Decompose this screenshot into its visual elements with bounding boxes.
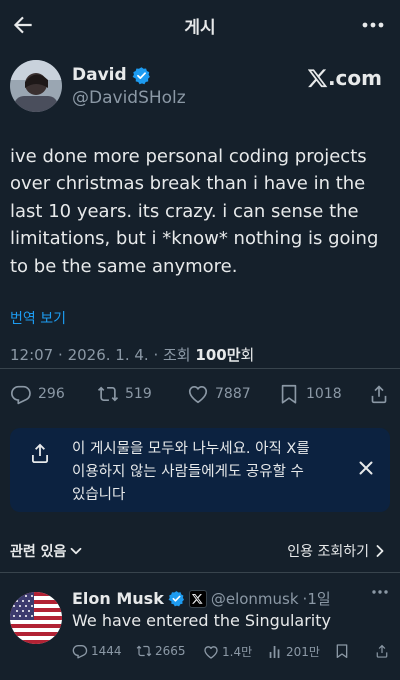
retweet-icon — [97, 386, 119, 402]
brand-suffix: .com — [327, 66, 382, 90]
reply-age: ·1일 — [302, 590, 331, 608]
reply-icon — [11, 385, 31, 405]
retweet-count: 519 — [125, 386, 152, 402]
share-button[interactable] — [368, 383, 390, 405]
tweet-date: 2026. 1. 4. — [67, 346, 149, 364]
views-count: 201만 — [286, 645, 320, 659]
retweet-button[interactable]: 519 — [97, 383, 152, 405]
views-suffix: 회 — [240, 346, 255, 364]
display-name[interactable]: David — [72, 65, 127, 85]
more-options-icon[interactable] — [358, 10, 388, 40]
bookmark-icon — [281, 384, 297, 404]
banner-message: 이 게시물을 모두와 나누세요. 아직 X를 이용하지 않는 사람들에게도 공유… — [72, 438, 352, 507]
divider — [0, 368, 400, 369]
share-button[interactable] — [374, 643, 390, 659]
chevron-down-icon — [71, 547, 82, 555]
share-icon — [376, 644, 388, 658]
verified-badge-icon — [132, 66, 151, 85]
tweet-author: David @DavidSHolz .com — [10, 60, 390, 116]
reply-button[interactable]: 296 — [10, 383, 65, 405]
like-button[interactable]: 1.4만 — [203, 643, 252, 660]
more-options-icon[interactable] — [372, 590, 388, 594]
share-banner[interactable]: 이 게시물을 모두와 나누세요. 아직 X를 이용하지 않는 사람들에게도 공유… — [10, 428, 390, 512]
like-count: 1.4만 — [222, 645, 253, 659]
reply-count: 296 — [38, 386, 65, 402]
reply-author-name[interactable]: Elon Musk — [72, 589, 164, 608]
tweet-line: ive done more personal coding projects — [10, 146, 367, 167]
x-affiliate-badge-icon — [188, 589, 207, 608]
tweet-meta: 12:07 · 2026. 1. 4. · 조회 100만회 — [10, 346, 255, 364]
share-icon — [28, 441, 52, 465]
close-icon[interactable] — [356, 458, 376, 478]
view-quotes-link[interactable]: 인용 조회하기 — [287, 541, 386, 561]
like-button[interactable]: 7887 — [187, 383, 251, 405]
name-row: David — [72, 65, 151, 85]
x-logo-icon — [307, 68, 328, 87]
related-sort-dropdown[interactable]: 관련 있음 — [10, 541, 83, 561]
verified-badge-icon — [168, 590, 185, 607]
views-label: 조회 — [163, 346, 191, 364]
bookmark-button[interactable] — [334, 643, 350, 659]
reply-tweet[interactable]: Elon Musk @elonmusk ·1일 We have entered … — [0, 578, 400, 680]
like-count: 7887 — [215, 386, 251, 402]
views-number: 100 — [195, 346, 227, 364]
page-title: 게시 — [184, 18, 216, 38]
tweet-line: over christmas break than i have in the — [10, 173, 366, 195]
related-row: 관련 있음 인용 조회하기 — [0, 538, 400, 564]
divider — [0, 572, 400, 573]
banner-line: 있습니다 — [72, 487, 126, 503]
tweet-time: 12:07 — [10, 346, 54, 364]
chevron-right-icon — [376, 545, 384, 557]
retweet-button[interactable]: 2665 — [136, 643, 186, 659]
tweet-line: to be the same anymore. — [10, 255, 238, 277]
x-brand-logo: .com — [307, 66, 382, 90]
heart-icon — [188, 386, 208, 404]
bookmark-icon — [336, 644, 348, 658]
analytics-icon — [269, 645, 280, 658]
reply-button[interactable]: 1444 — [72, 643, 122, 659]
share-icon — [371, 385, 387, 404]
views-unit: 만 — [226, 346, 241, 364]
translate-link[interactable]: 번역 보기 — [10, 308, 66, 328]
bookmark-button[interactable]: 1018 — [278, 383, 342, 405]
avatar[interactable] — [10, 592, 62, 644]
top-bar: 게시 — [0, 0, 400, 50]
reply-author-handle[interactable]: @elonmusk — [211, 590, 299, 608]
view-quotes-label: 인용 조회하기 — [287, 544, 369, 560]
reply-header: Elon Musk @elonmusk ·1일 — [72, 588, 331, 609]
tweet-body: ive done more personal coding projects o… — [10, 143, 390, 280]
action-bar: 296 519 7887 1018 — [0, 378, 400, 410]
reply-text: We have entered the Singularity — [72, 611, 331, 630]
tweet-line: limitations, but i *know* nothing is goi… — [10, 228, 379, 250]
tweet-line: last 10 years. its crazy. i can sense th… — [10, 200, 359, 222]
user-handle[interactable]: @DavidSHolz — [72, 88, 186, 108]
reply-icon — [72, 645, 88, 659]
avatar[interactable] — [10, 60, 62, 112]
views-button[interactable]: 201만 — [267, 643, 320, 660]
retweet-count: 2665 — [155, 644, 186, 658]
reply-action-bar: 1444 2665 1.4만 201만 — [72, 643, 390, 663]
retweet-icon — [136, 645, 152, 657]
reply-count: 1444 — [91, 644, 122, 658]
banner-line: 이용하지 않는 사람들에게도 공유할 수 — [72, 464, 304, 480]
related-label: 관련 있음 — [10, 544, 67, 560]
heart-icon — [204, 645, 218, 659]
banner-line: 이 게시물을 모두와 나누세요. 아직 X를 — [72, 441, 310, 457]
bookmark-count: 1018 — [306, 386, 342, 402]
